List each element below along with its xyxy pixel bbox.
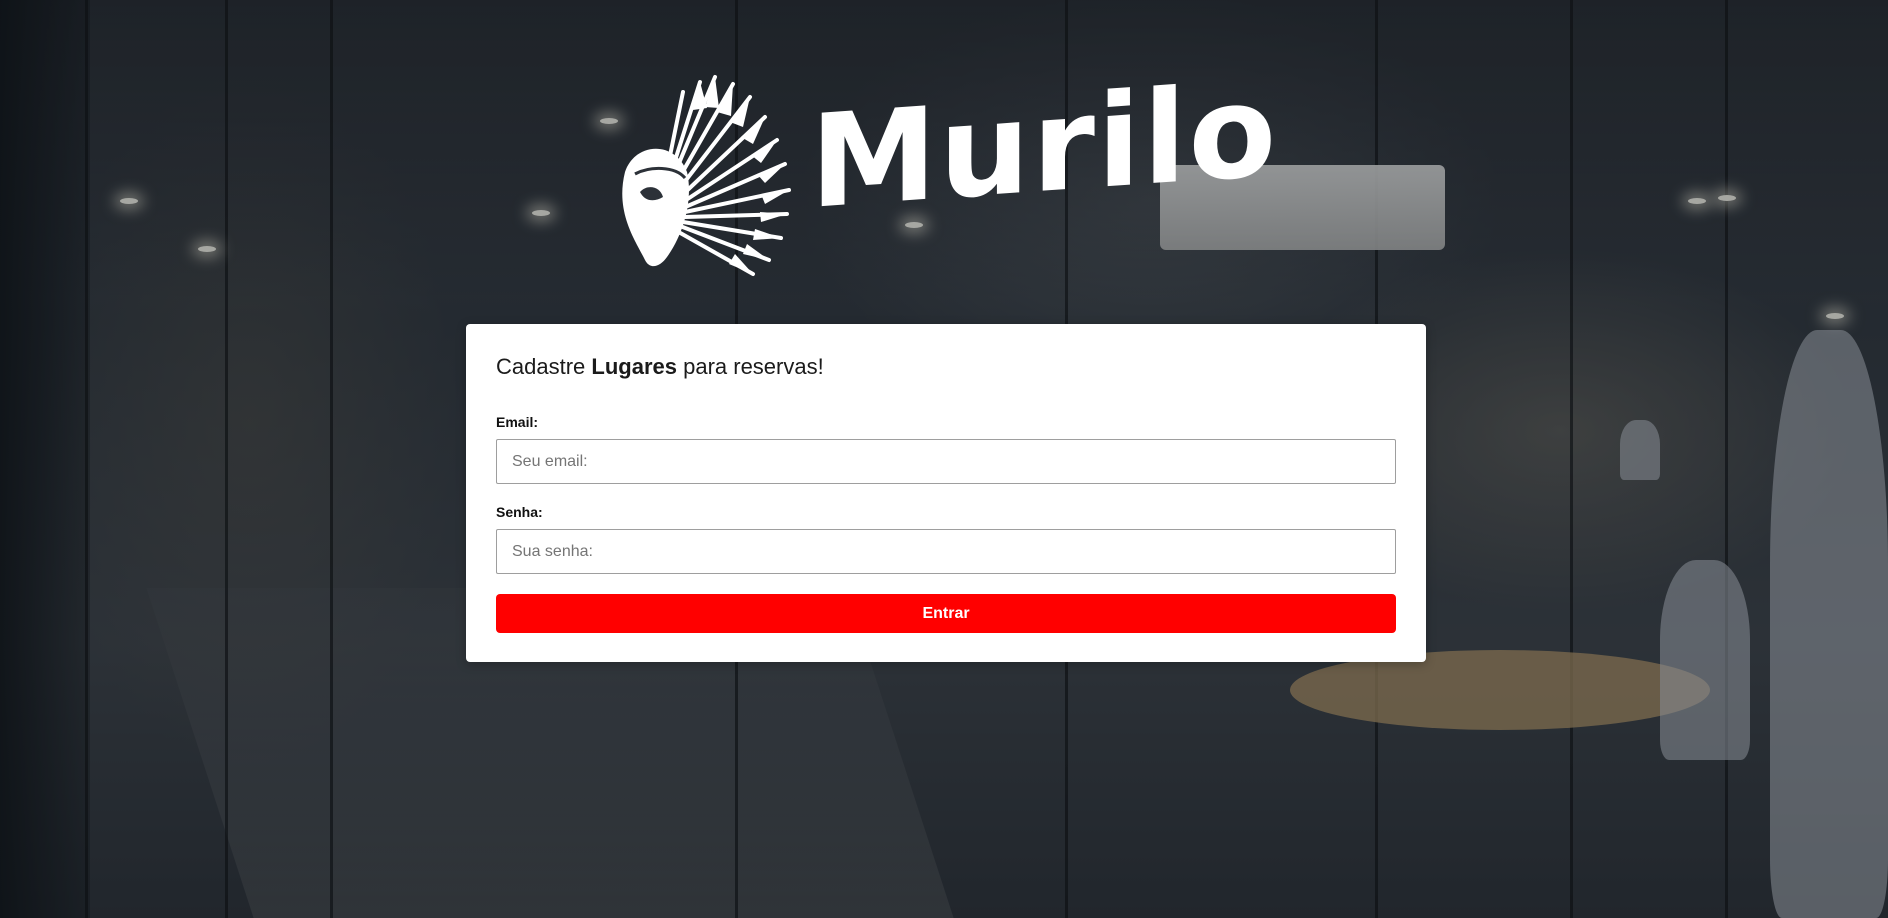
- feather-headdress-icon: [622, 75, 791, 276]
- form-title-bold: Lugares: [591, 354, 677, 379]
- email-label: Email:: [496, 414, 539, 430]
- login-button[interactable]: Entrar: [496, 594, 1396, 633]
- form-title: Cadastre Lugares para reservas!: [496, 354, 824, 380]
- password-label: Senha:: [496, 504, 543, 520]
- login-card: Cadastre Lugares para reservas! Email: S…: [466, 324, 1426, 662]
- email-field[interactable]: [496, 439, 1396, 484]
- form-title-prefix: Cadastre: [496, 354, 592, 379]
- brand-name: Murilo: [810, 55, 1279, 239]
- form-title-suffix: para reservas!: [676, 354, 824, 379]
- password-field[interactable]: [496, 529, 1396, 574]
- brand-logo[interactable]: Murilo: [605, 55, 1285, 282]
